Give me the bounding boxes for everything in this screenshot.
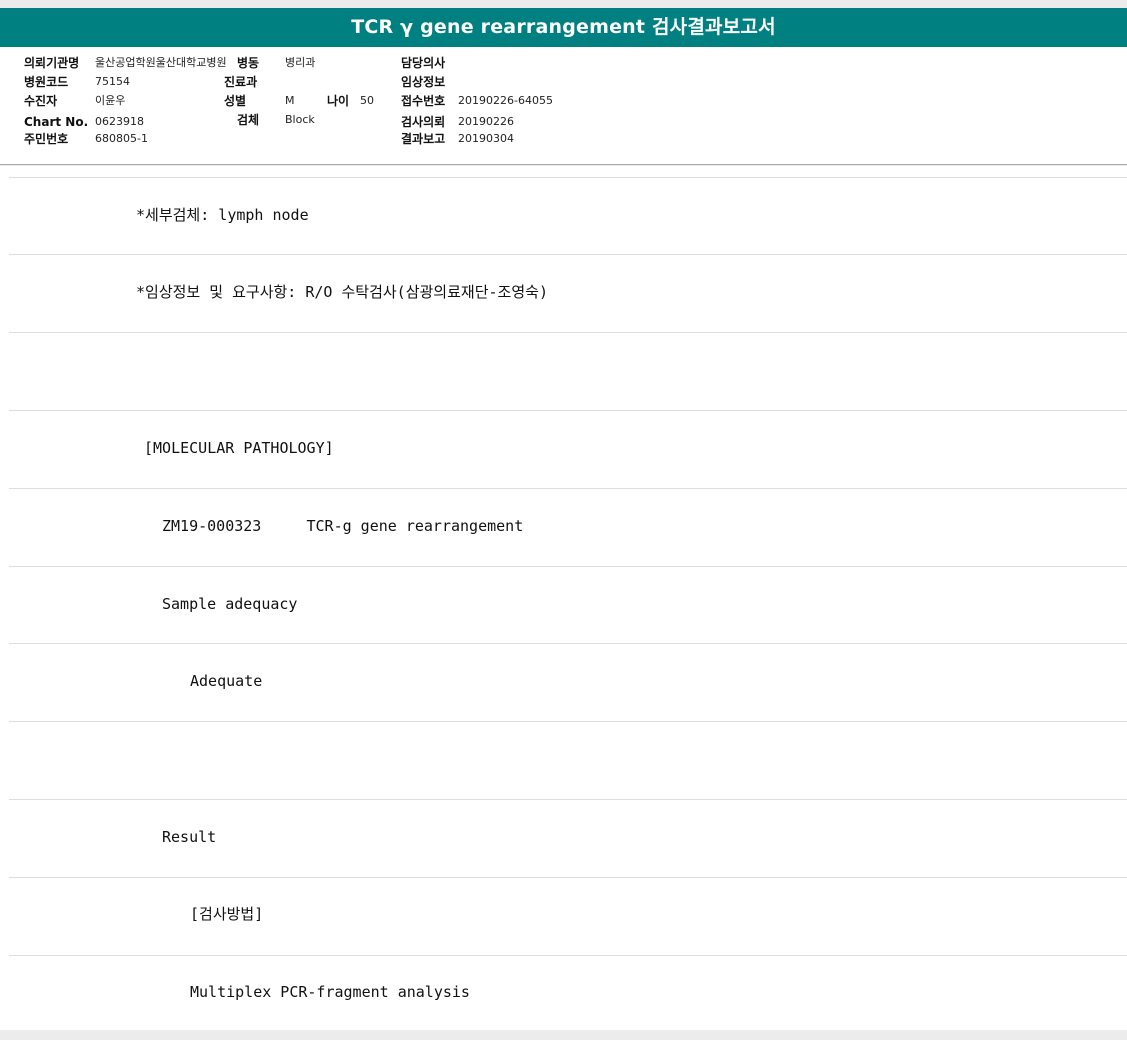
report-date-value: 20190304 bbox=[458, 132, 514, 145]
report-line: Result bbox=[162, 828, 217, 846]
specimen-value: Block bbox=[285, 113, 315, 126]
institution-label: 의뢰기관명 bbox=[24, 56, 80, 70]
line-separator bbox=[9, 721, 1127, 722]
report-line: [MOLECULAR PATHOLOGY] bbox=[144, 439, 334, 457]
department-label: 진료과 bbox=[224, 75, 258, 89]
specimen-label: 검체 bbox=[237, 113, 260, 127]
line-separator bbox=[9, 177, 1127, 178]
line-separator bbox=[9, 332, 1127, 333]
patient-label: 수진자 bbox=[24, 94, 58, 108]
report-line: Adequate bbox=[190, 672, 263, 690]
bottom-strip bbox=[0, 1030, 1127, 1040]
receipt-no-value: 20190226-64055 bbox=[458, 94, 553, 107]
line-separator bbox=[9, 955, 1127, 956]
report-title: TCR γ gene rearrangement 검사결과보고서 bbox=[0, 8, 1127, 47]
patient-value: 이윤우 bbox=[95, 94, 126, 107]
clinical-info-label: 임상정보 bbox=[401, 75, 446, 89]
hospital-code-value: 75154 bbox=[95, 75, 130, 88]
sex-label: 성별 bbox=[224, 94, 247, 108]
line-separator bbox=[9, 410, 1127, 411]
line-separator bbox=[9, 799, 1127, 800]
receipt-no-label: 접수번호 bbox=[401, 94, 446, 108]
line-separator bbox=[9, 643, 1127, 644]
report-line: *세부검체: lymph node bbox=[136, 206, 309, 224]
line-separator bbox=[9, 566, 1127, 567]
resident-no-value: 680805-1 bbox=[95, 132, 148, 145]
request-date-label: 검사의뢰 bbox=[401, 115, 446, 129]
report-date-label: 결과보고 bbox=[401, 132, 446, 146]
chart-no-label: Chart No. bbox=[24, 115, 89, 129]
ward-label: 병동 bbox=[237, 56, 260, 70]
report-body: *세부검체: lymph node *임상정보 및 요구사항: R/O 수탁검사… bbox=[0, 166, 1127, 1030]
patient-info-panel: 의뢰기관명 울산공업학원울산대학교병원 병동 병리과 담당의사 병원코드 751… bbox=[0, 47, 1127, 165]
age-label: 나이 bbox=[327, 94, 350, 108]
institution-value: 울산공업학원울산대학교병원 bbox=[95, 56, 227, 69]
hospital-code-label: 병원코드 bbox=[24, 75, 69, 89]
report-line: Multiplex PCR-fragment analysis bbox=[190, 983, 470, 1001]
report-line: Sample adequacy bbox=[162, 595, 298, 613]
resident-no-label: 주민번호 bbox=[24, 132, 69, 146]
line-separator bbox=[9, 254, 1127, 255]
report-line: ZM19-000323 TCR-g gene rearrangement bbox=[162, 517, 524, 535]
sex-value: M bbox=[285, 94, 295, 107]
chart-no-value: 0623918 bbox=[95, 115, 144, 128]
request-date-value: 20190226 bbox=[458, 115, 514, 128]
ward-value: 병리과 bbox=[285, 56, 316, 69]
line-separator bbox=[9, 488, 1127, 489]
physician-label: 담당의사 bbox=[401, 56, 446, 70]
line-separator bbox=[9, 877, 1127, 878]
age-value: 50 bbox=[360, 94, 374, 107]
report-line: [검사방법] bbox=[190, 905, 264, 923]
report-line: *임상정보 및 요구사항: R/O 수탁검사(삼광의료재단-조영숙) bbox=[136, 283, 548, 301]
